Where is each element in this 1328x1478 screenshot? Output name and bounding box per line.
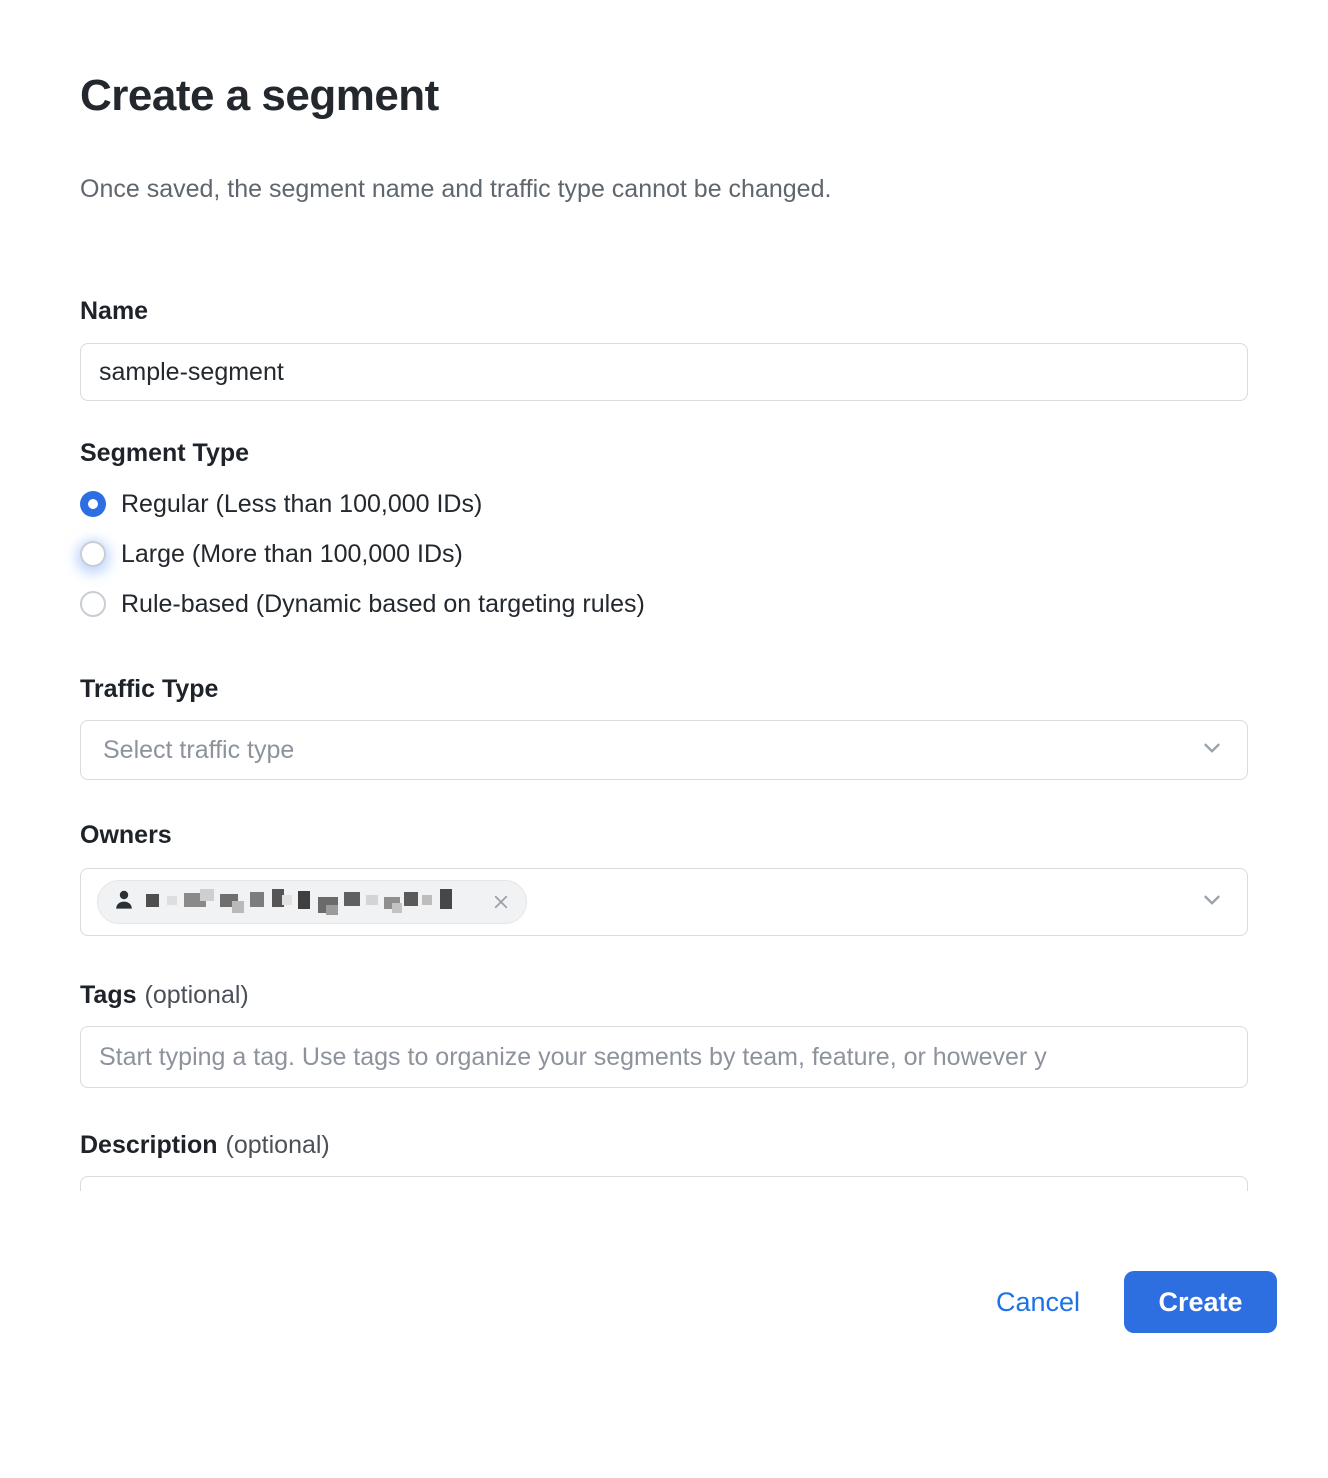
owner-chip[interactable] xyxy=(97,880,527,924)
chevron-down-icon xyxy=(1199,735,1225,766)
radio-button-large[interactable] xyxy=(80,541,106,567)
radio-option-rule-based[interactable]: Rule-based (Dynamic based on targeting r… xyxy=(80,590,1248,618)
owners-select[interactable] xyxy=(80,868,1248,936)
chevron-down-icon xyxy=(1199,887,1225,918)
tags-input[interactable] xyxy=(80,1026,1248,1088)
tags-label: Tags (optional) xyxy=(80,980,1248,1010)
traffic-type-select[interactable]: Select traffic type xyxy=(80,720,1248,780)
description-label-text: Description xyxy=(80,1131,218,1159)
segment-name-input[interactable] xyxy=(80,343,1248,401)
page-title: Create a segment xyxy=(80,70,1248,122)
radio-option-large[interactable]: Large (More than 100,000 IDs) xyxy=(80,540,1248,568)
close-icon[interactable] xyxy=(492,893,510,911)
person-icon xyxy=(112,888,136,917)
segment-type-radio-group: Regular (Less than 100,000 IDs) Large (M… xyxy=(80,490,1248,618)
create-segment-dialog: Create a segment Once saved, the segment… xyxy=(0,70,1328,1333)
cancel-button[interactable]: Cancel xyxy=(996,1287,1080,1318)
radio-button-regular[interactable] xyxy=(80,491,106,517)
description-field-clipped xyxy=(80,1176,1248,1191)
dialog-footer: Cancel Create xyxy=(80,1271,1277,1333)
description-label: Description (optional) xyxy=(80,1130,1248,1160)
page-subtitle: Once saved, the segment name and traffic… xyxy=(80,174,1248,204)
description-optional-suffix: (optional) xyxy=(226,1131,330,1159)
tags-label-text: Tags xyxy=(80,981,137,1009)
segment-type-label: Segment Type xyxy=(80,438,1248,468)
name-label: Name xyxy=(80,296,1248,326)
traffic-type-label: Traffic Type xyxy=(80,674,1248,704)
tags-optional-suffix: (optional) xyxy=(145,981,249,1009)
redacted-owner-name xyxy=(146,883,476,922)
owners-label: Owners xyxy=(80,820,1248,850)
radio-label-large: Large (More than 100,000 IDs) xyxy=(121,540,463,569)
description-textarea[interactable] xyxy=(80,1176,1248,1191)
radio-button-rule-based[interactable] xyxy=(80,591,106,617)
radio-option-regular[interactable]: Regular (Less than 100,000 IDs) xyxy=(80,490,1248,518)
traffic-type-placeholder: Select traffic type xyxy=(103,736,294,765)
create-button[interactable]: Create xyxy=(1124,1271,1277,1333)
radio-label-rule-based: Rule-based (Dynamic based on targeting r… xyxy=(121,590,645,619)
radio-label-regular: Regular (Less than 100,000 IDs) xyxy=(121,490,482,519)
